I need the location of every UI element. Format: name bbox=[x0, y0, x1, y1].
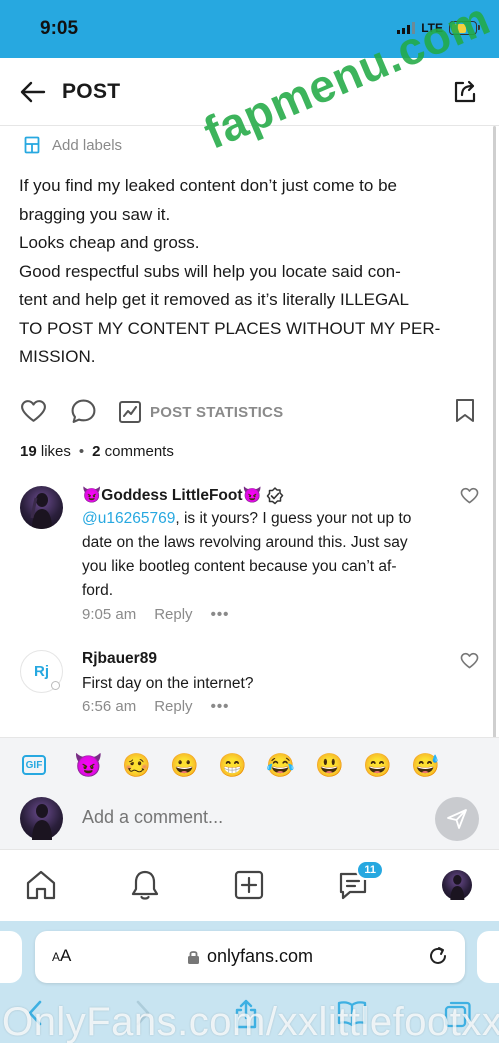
post-line: TO POST MY CONTENT PLACES WITHOUT MY PER… bbox=[19, 318, 441, 338]
reply-button[interactable]: Reply bbox=[154, 698, 192, 715]
emoji-tears-of-joy[interactable]: 😂 bbox=[266, 752, 295, 778]
messages-badge: 11 bbox=[356, 860, 384, 880]
avatar[interactable] bbox=[20, 486, 63, 529]
comment-like-button[interactable] bbox=[460, 652, 479, 675]
emoji-grin[interactable]: 😀 bbox=[170, 752, 199, 778]
comment-meta: 9:05 am Reply ••• bbox=[82, 606, 229, 623]
reload-icon bbox=[430, 947, 446, 964]
emoji-bar: GIF 😈 🥴 😀 😁 😂 😃 😄 😅 bbox=[0, 737, 499, 793]
reload-button[interactable] bbox=[427, 945, 449, 972]
comment-time: 9:05 am bbox=[82, 606, 137, 623]
nav-messages[interactable]: 11 bbox=[336, 860, 384, 902]
statistics-icon bbox=[119, 401, 141, 423]
nav-profile[interactable] bbox=[442, 870, 472, 900]
post-line: Looks cheap and gross. bbox=[19, 233, 200, 252]
avatar-figure bbox=[32, 804, 52, 840]
post-line: Good respectful subs will help you locat… bbox=[19, 261, 401, 281]
previous-tab-edge[interactable] bbox=[0, 931, 22, 983]
nav-home[interactable] bbox=[24, 868, 58, 902]
bookmark-icon bbox=[456, 399, 474, 422]
online-status-icon bbox=[51, 681, 60, 690]
heart-icon bbox=[460, 652, 479, 669]
status-time: 9:05 bbox=[40, 18, 79, 39]
avatar[interactable]: Rj bbox=[20, 650, 63, 693]
share-button[interactable] bbox=[451, 78, 479, 106]
emoji-woozy[interactable]: 🥴 bbox=[122, 752, 151, 778]
emoji-devil[interactable]: 😈 bbox=[74, 752, 103, 778]
separator-dot: • bbox=[78, 443, 85, 460]
gif-button[interactable]: GIF bbox=[22, 755, 46, 775]
url-display[interactable]: onlyfans.com bbox=[35, 946, 465, 967]
next-tab-edge[interactable] bbox=[477, 931, 499, 983]
like-button[interactable] bbox=[20, 398, 47, 430]
heart-icon bbox=[21, 400, 46, 422]
emoji-smiley[interactable]: 😃 bbox=[315, 752, 344, 778]
bottom-nav: 11 bbox=[0, 849, 499, 921]
emoji-smile[interactable]: 😄 bbox=[363, 752, 392, 778]
post-text: If you find my leaked content don’t just… bbox=[19, 172, 469, 372]
comment-composer bbox=[0, 793, 499, 849]
home-icon bbox=[26, 870, 56, 900]
verified-icon bbox=[266, 486, 284, 504]
comment-author[interactable]: Rjbauer89 bbox=[82, 650, 157, 668]
add-labels-button[interactable]: Add labels bbox=[24, 136, 122, 154]
post-line: If you find my leaked content don’t just… bbox=[19, 176, 397, 195]
post-line: tent and help get it removed as it’s lit… bbox=[19, 290, 409, 309]
post-statistics-label: POST STATISTICS bbox=[150, 403, 284, 421]
bookmark-button[interactable] bbox=[454, 398, 476, 429]
post-line: bragging you saw it. bbox=[19, 204, 171, 224]
user-mention[interactable]: @u16265769 bbox=[82, 510, 175, 527]
post-counts: 19 likes • 2 comments bbox=[20, 443, 174, 460]
reply-button[interactable]: Reply bbox=[154, 606, 192, 623]
heart-icon bbox=[460, 487, 479, 504]
avatar bbox=[20, 797, 63, 840]
post-actions: POST STATISTICS bbox=[20, 398, 480, 428]
emoji-beaming[interactable]: 😁 bbox=[218, 752, 247, 778]
comment-button[interactable] bbox=[70, 398, 97, 430]
add-icon bbox=[234, 870, 264, 900]
avatar-figure bbox=[30, 493, 52, 529]
comment-like-button[interactable] bbox=[460, 487, 479, 510]
footer-watermark: OnlyFans.com/xxlittlefootxx bbox=[2, 1000, 499, 1043]
comment-text: First day on the internet? bbox=[82, 675, 254, 692]
send-button[interactable] bbox=[435, 797, 479, 841]
post-statistics-button[interactable]: POST STATISTICS bbox=[118, 400, 283, 424]
add-labels-label: Add labels bbox=[52, 136, 123, 154]
address-bar[interactable]: AA onlyfans.com bbox=[35, 931, 465, 983]
more-options-button[interactable]: ••• bbox=[211, 698, 230, 715]
comment-meta: 6:56 am Reply ••• bbox=[82, 698, 229, 715]
bell-icon bbox=[131, 870, 159, 900]
more-options-button[interactable]: ••• bbox=[211, 606, 230, 623]
post-line: MISSION. bbox=[19, 347, 96, 366]
comment-icon bbox=[71, 399, 96, 423]
comment-time: 6:56 am bbox=[82, 698, 137, 715]
comment-input[interactable] bbox=[82, 807, 422, 828]
likes-count[interactable]: 19 likes bbox=[20, 443, 71, 460]
label-icon bbox=[24, 136, 40, 154]
nav-notifications[interactable] bbox=[128, 868, 162, 902]
back-button[interactable] bbox=[18, 78, 48, 106]
emoji-sweat-smile[interactable]: 😅 bbox=[411, 752, 440, 778]
share-icon bbox=[454, 80, 476, 103]
nav-new-post[interactable] bbox=[232, 868, 266, 902]
comment-author[interactable]: 😈Goddess LittleFoot😈 bbox=[82, 486, 284, 505]
send-icon bbox=[447, 809, 467, 829]
lock-icon bbox=[187, 950, 199, 964]
comments-count[interactable]: 2 comments bbox=[92, 443, 174, 460]
comment-text: @u16265769, is it yours? I guess your no… bbox=[82, 510, 412, 599]
avatar-figure bbox=[450, 874, 465, 900]
back-arrow-icon bbox=[20, 81, 46, 103]
page-title: POST bbox=[62, 80, 121, 103]
url-text: onlyfans.com bbox=[206, 946, 314, 966]
